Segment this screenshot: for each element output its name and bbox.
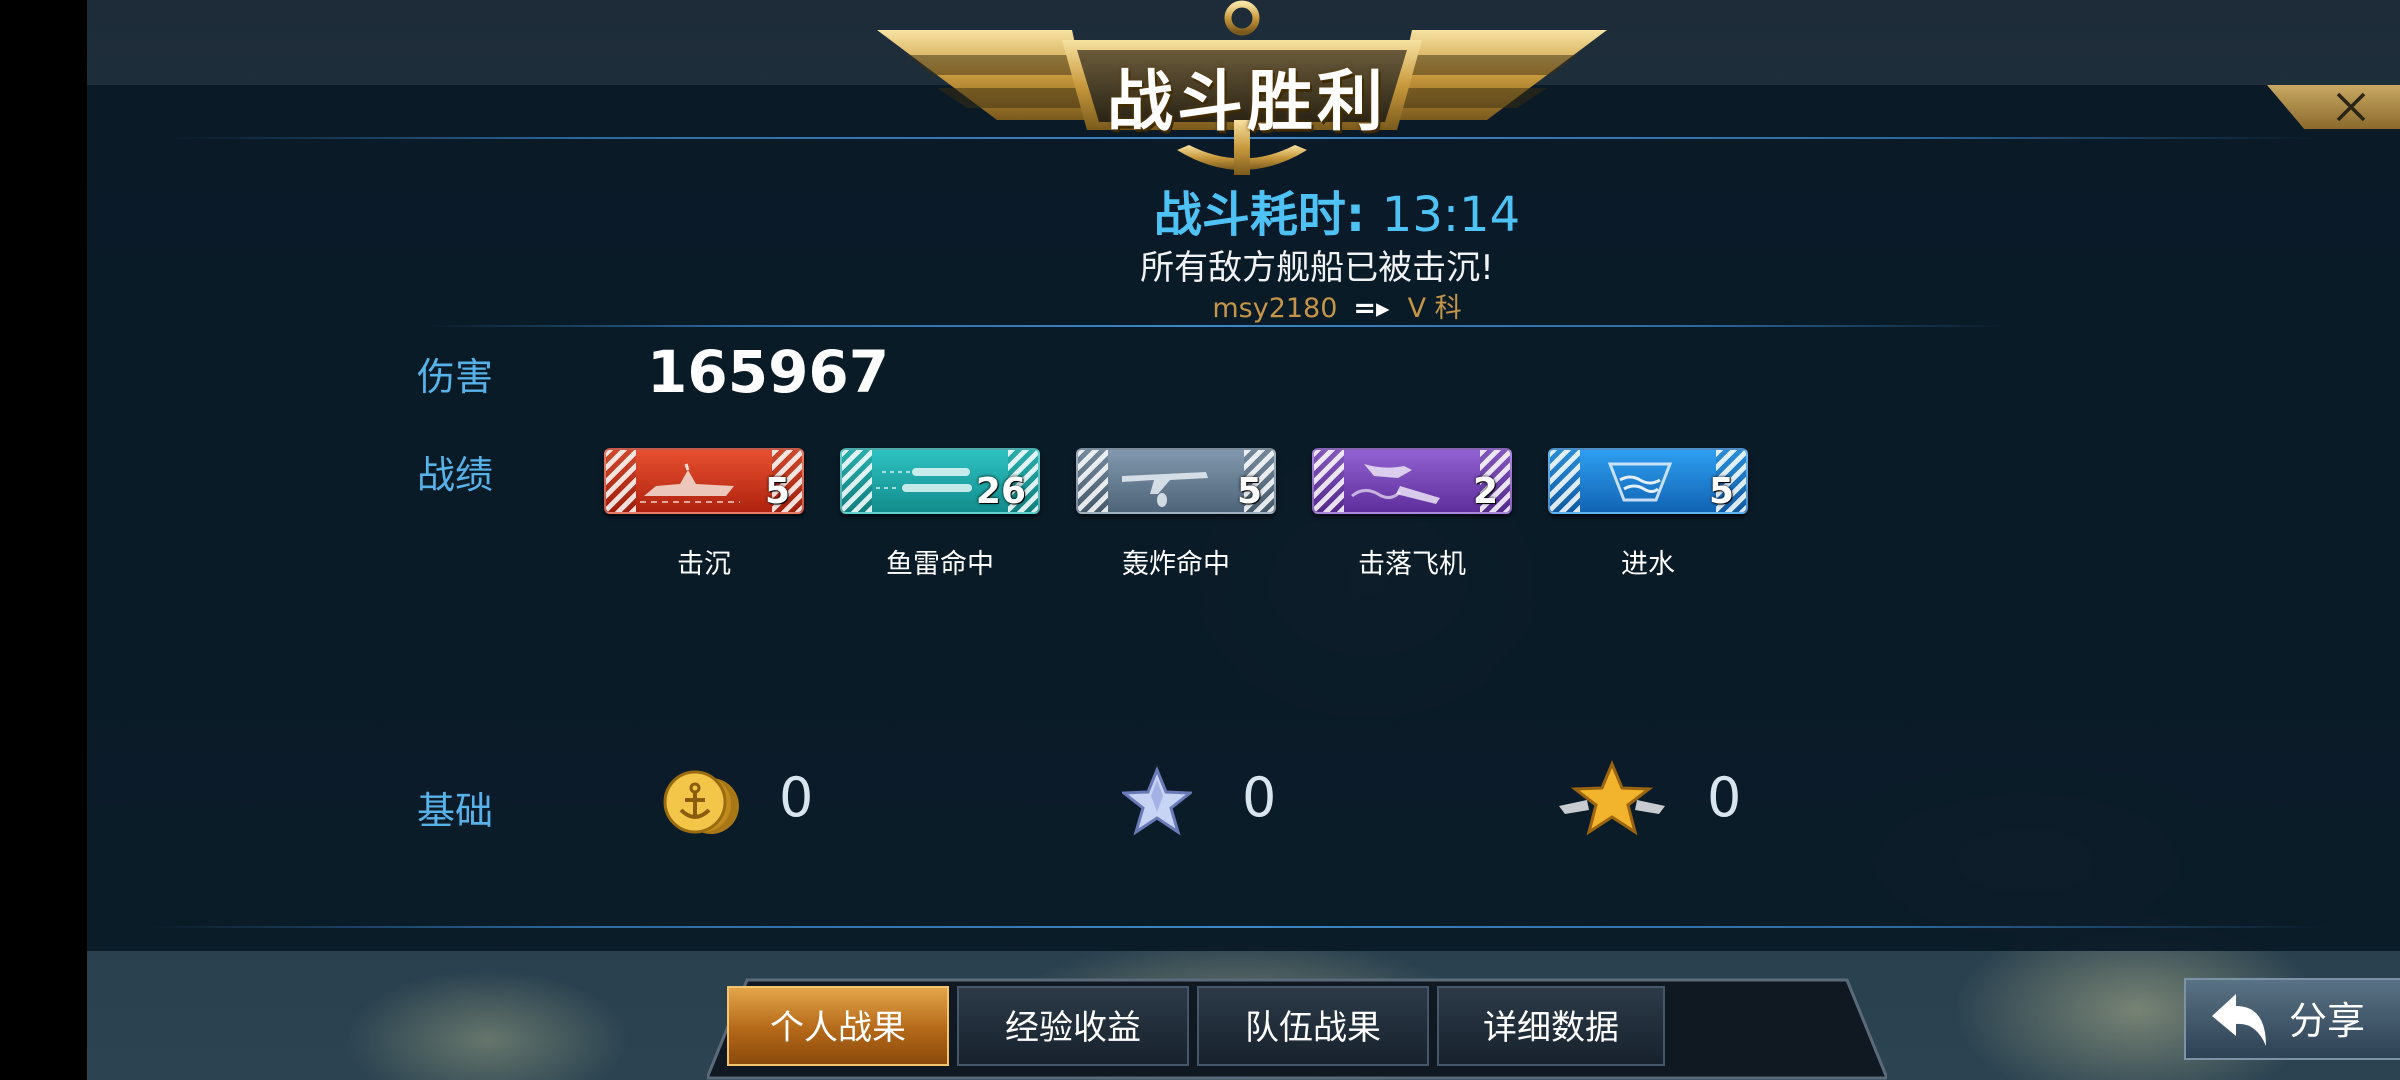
header-divider: [427, 325, 2007, 327]
duration-label: 战斗耗时:: [1153, 187, 1366, 243]
flooding-icon: [1607, 462, 1673, 502]
tab-detailed-data[interactable]: 详细数据: [1437, 986, 1665, 1066]
player-name: msy2180: [1212, 293, 1338, 324]
torpedo-badge: 26: [840, 448, 1040, 514]
torpedo-label: 鱼雷命中: [886, 549, 994, 580]
tab-label: 经验收益: [1005, 1008, 1141, 1048]
tab-team-results[interactable]: 队伍战果: [1197, 986, 1429, 1066]
sink-count: 5: [764, 471, 790, 512]
damage-label: 伤害: [417, 355, 494, 399]
sink-badge: 5: [604, 448, 804, 514]
bombing-badge: 5: [1076, 448, 1276, 514]
torpedo-icon: [876, 468, 972, 492]
share-label: 分享: [2289, 999, 2366, 1043]
bombing-count: 5: [1236, 471, 1262, 512]
bottom-divider: [147, 926, 2327, 928]
battle-duration: 战斗耗时: 13:14: [987, 175, 1687, 245]
torpedo-count: 26: [975, 471, 1026, 512]
tab-experience-gains[interactable]: 经验收益: [957, 986, 1189, 1066]
close-icon: [2336, 92, 2366, 122]
flooding-label: 进水: [1621, 549, 1675, 580]
player-info: msy2180 =▸ V 科: [1127, 286, 1547, 325]
tab-personal-results[interactable]: 个人战果: [727, 986, 949, 1066]
victory-title: 战斗胜利: [1107, 62, 1387, 140]
tab-label: 个人战果: [770, 1008, 906, 1048]
flooding-count: 5: [1708, 471, 1734, 512]
plane-shot-badge: 2: [1312, 448, 1512, 514]
sink-label: 击沉: [677, 549, 731, 580]
tab-label: 详细数据: [1483, 1008, 1619, 1048]
record-label: 战绩: [417, 453, 494, 497]
flooding-badge: 5: [1548, 448, 1748, 514]
share-button[interactable]: 分享: [2184, 978, 2400, 1060]
gold-star-value: 0: [1707, 766, 1742, 829]
bombing-label: 轰炸命中: [1122, 549, 1230, 580]
tab-label: 队伍战果: [1245, 1008, 1381, 1048]
share-back-arrow-icon: [2212, 994, 2266, 1046]
game-screen: 战斗胜利 战斗耗时: 13:14 所有敌方舰船已被击沉! msy2180 =▸ V …: [87, 0, 2400, 1080]
plane-shot-label: 击落飞机: [1358, 549, 1466, 580]
battle-result-message: 所有敌方舰船已被击沉!: [1140, 248, 1494, 288]
plane-shot-down-icon: [1351, 464, 1440, 504]
plane-shot-count: 2: [1472, 471, 1498, 512]
duration-value: 13:14: [1381, 187, 1521, 243]
ship-sinking-icon: [640, 463, 740, 503]
bomber-plane-icon: [1122, 472, 1208, 507]
player-rank: V 科: [1407, 293, 1462, 324]
arrow-right-icon: =▸: [1353, 293, 1390, 324]
base-label: 基础: [417, 789, 494, 833]
silver-star-icon: [1122, 766, 1192, 836]
gold-star-icon: [1559, 760, 1665, 836]
silver-star-value: 0: [1242, 766, 1277, 829]
coin-value: 0: [779, 766, 814, 829]
gold-coin-icon: [663, 770, 739, 834]
damage-value: 165967: [647, 338, 890, 406]
